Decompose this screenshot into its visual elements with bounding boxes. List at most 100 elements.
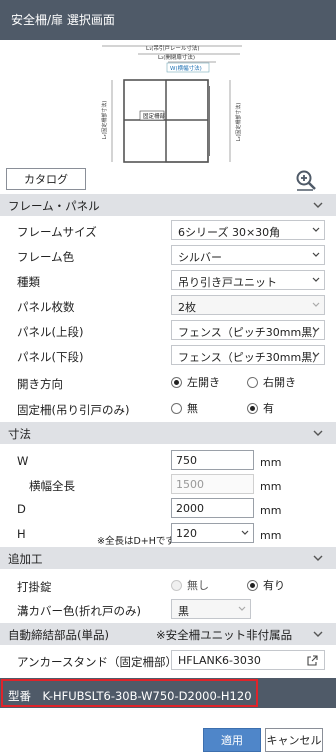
total-width-unit: mm — [260, 480, 282, 493]
h-label: H — [17, 527, 26, 541]
open-direction-label: 開き方向 — [17, 377, 63, 391]
radio-label: 有り — [263, 579, 285, 592]
kind-value: 吊り引き戸ユニット — [178, 276, 277, 289]
row-frame-color: フレーム色 シルバー — [0, 245, 336, 268]
radio-dot — [171, 579, 182, 591]
total-width-label: 横幅全長 — [29, 479, 75, 493]
radio-dot — [171, 376, 182, 388]
kind-label: 種類 — [17, 275, 40, 289]
window-title: 安全柵/扉 選択画面 — [11, 13, 115, 27]
row-total-width: 横幅全長 1500 mm — [0, 474, 336, 497]
radio-dot — [171, 402, 182, 414]
radio-hook-yes[interactable]: 有り — [247, 577, 285, 593]
h-select[interactable]: 120 — [171, 523, 254, 543]
h-value: 120 — [176, 527, 197, 540]
model-number-highlight — [1, 679, 258, 707]
row-panel-lower: パネル(下段) フェンス（ピッチ30mm黒） — [0, 345, 336, 368]
row-panel-upper: パネル(上段) フェンス（ピッチ30mm黒） — [0, 320, 336, 343]
groove-cover-value: 黒 — [178, 605, 189, 618]
apply-button[interactable]: 適用 — [203, 728, 261, 752]
w-input[interactable]: 750 — [171, 450, 254, 470]
chevron-down-icon — [312, 352, 320, 357]
radio-label: 無し — [187, 579, 209, 592]
frame-size-select[interactable]: 6シリーズ 30×30角 — [171, 220, 325, 240]
radio-left-open[interactable]: 左開き — [171, 374, 220, 390]
w-label: W — [17, 454, 29, 468]
anchor-stand-value: HFLANK6-3030 — [178, 654, 261, 667]
row-h: H ※全長はD+Hです 120 mm — [0, 523, 336, 547]
anchor-stand-label: アンカースタンド（固定柵部） — [17, 655, 177, 669]
d-input[interactable]: 2000 — [171, 498, 254, 518]
hook-lock-label: 打掛錠 — [17, 580, 52, 594]
panel-lower-label: パネル(下段) — [17, 350, 84, 364]
row-frame-size: フレームサイズ 6シリーズ 30×30角 — [0, 220, 336, 243]
chevron-down-icon — [238, 606, 246, 611]
panel-upper-value: フェンス（ピッチ30mm黒） — [178, 326, 324, 339]
section-title: フレーム・パネル — [8, 199, 100, 213]
panel-count-label: パネル枚数 — [17, 300, 75, 314]
row-anchor-stand: アンカースタンド（固定柵部） HFLANK6-3030 — [0, 650, 336, 673]
groove-cover-label: 溝カバー色(折れ戸のみ) — [17, 604, 141, 618]
row-w: W 750 mm — [0, 450, 336, 473]
row-panel-count: パネル枚数 2枚 — [0, 295, 336, 318]
total-width-input: 1500 — [171, 474, 254, 494]
chevron-down-icon — [313, 555, 323, 561]
radio-dot — [247, 579, 258, 591]
kind-select[interactable]: 吊り引き戸ユニット — [171, 270, 325, 290]
chevron-down-icon — [312, 277, 320, 282]
zoom-in-icon[interactable] — [294, 168, 318, 192]
frame-color-value: シルバー — [178, 251, 222, 264]
section-note: ※安全柵ユニット非付属品 — [156, 628, 293, 642]
radio-fixed-none[interactable]: 無 — [171, 400, 198, 416]
door-diagram: L₁(吊引戸レール寸法) L₂(開閉扉寸法) W(横幅寸法) 固定柵部 L₃(固… — [101, 44, 242, 163]
radio-label: 無 — [187, 402, 198, 415]
radio-label: 有 — [263, 402, 274, 415]
section-dimensions[interactable]: 寸法 — [0, 422, 336, 444]
external-link-icon[interactable] — [307, 655, 318, 666]
section-title: 自動締結部品(単品) — [8, 628, 109, 642]
panel-count-value: 2枚 — [178, 301, 196, 314]
frame-size-value: 6シリーズ 30×30角 — [178, 226, 281, 239]
panel-upper-select[interactable]: フェンス（ピッチ30mm黒） — [171, 320, 325, 340]
chevron-down-icon — [312, 327, 320, 332]
diagram-label-l1: L₁(吊引戸レール寸法) — [146, 44, 200, 52]
cancel-button[interactable]: キャンセル — [265, 728, 323, 752]
panel-count-select[interactable]: 2枚 — [171, 295, 325, 315]
chevron-down-icon — [312, 302, 320, 307]
radio-right-open[interactable]: 右開き — [247, 374, 296, 390]
section-frame-panel[interactable]: フレーム・パネル — [0, 194, 336, 216]
chevron-down-icon — [313, 631, 323, 637]
chevron-down-icon — [313, 430, 323, 436]
row-groove-cover: 溝カバー色(折れ戸のみ) 黒 — [0, 599, 336, 622]
radio-hook-none[interactable]: 無し — [171, 577, 209, 593]
fixed-fence-label: 固定柵(吊り引戸のみ) — [17, 403, 130, 417]
row-fixed-fence: 固定柵(吊り引戸のみ) 無 有 — [0, 398, 336, 421]
w-unit: mm — [260, 456, 282, 469]
section-additional[interactable]: 追加工 — [0, 547, 336, 569]
anchor-stand-field[interactable]: HFLANK6-3030 — [171, 650, 325, 670]
frame-color-label: フレーム色 — [17, 250, 75, 264]
frame-color-select[interactable]: シルバー — [171, 245, 325, 265]
radio-label: 左開き — [187, 376, 220, 389]
h-unit: mm — [260, 529, 282, 542]
catalog-button[interactable]: カタログ — [6, 168, 86, 190]
section-title: 寸法 — [8, 427, 31, 441]
radio-fixed-yes[interactable]: 有 — [247, 400, 274, 416]
section-auto-parts[interactable]: 自動締結部品(単品) ※安全柵ユニット非付属品 — [0, 623, 336, 645]
chevron-down-icon — [241, 530, 249, 535]
window-title-bar: 安全柵/扉 選択画面 — [0, 0, 336, 40]
row-d: D 2000 mm — [0, 498, 336, 521]
h-note: ※全長はD+Hです — [97, 536, 175, 547]
d-label: D — [17, 502, 26, 516]
diagram-label-w: W(横幅寸法) — [170, 64, 202, 72]
radio-dot — [247, 402, 258, 414]
row-open-direction: 開き方向 左開き 右開き — [0, 372, 336, 395]
chevron-down-icon — [313, 202, 323, 208]
chevron-down-icon — [312, 227, 320, 232]
diagram-label-left: L₃(固定柵部寸法) — [101, 101, 108, 140]
diagram-label-l2: L₂(開閉扉寸法) — [158, 53, 195, 61]
panel-lower-select[interactable]: フェンス（ピッチ30mm黒） — [171, 345, 325, 365]
groove-cover-select[interactable]: 黒 — [171, 599, 251, 619]
section-title: 追加工 — [8, 552, 43, 566]
panel-upper-label: パネル(上段) — [17, 325, 84, 339]
